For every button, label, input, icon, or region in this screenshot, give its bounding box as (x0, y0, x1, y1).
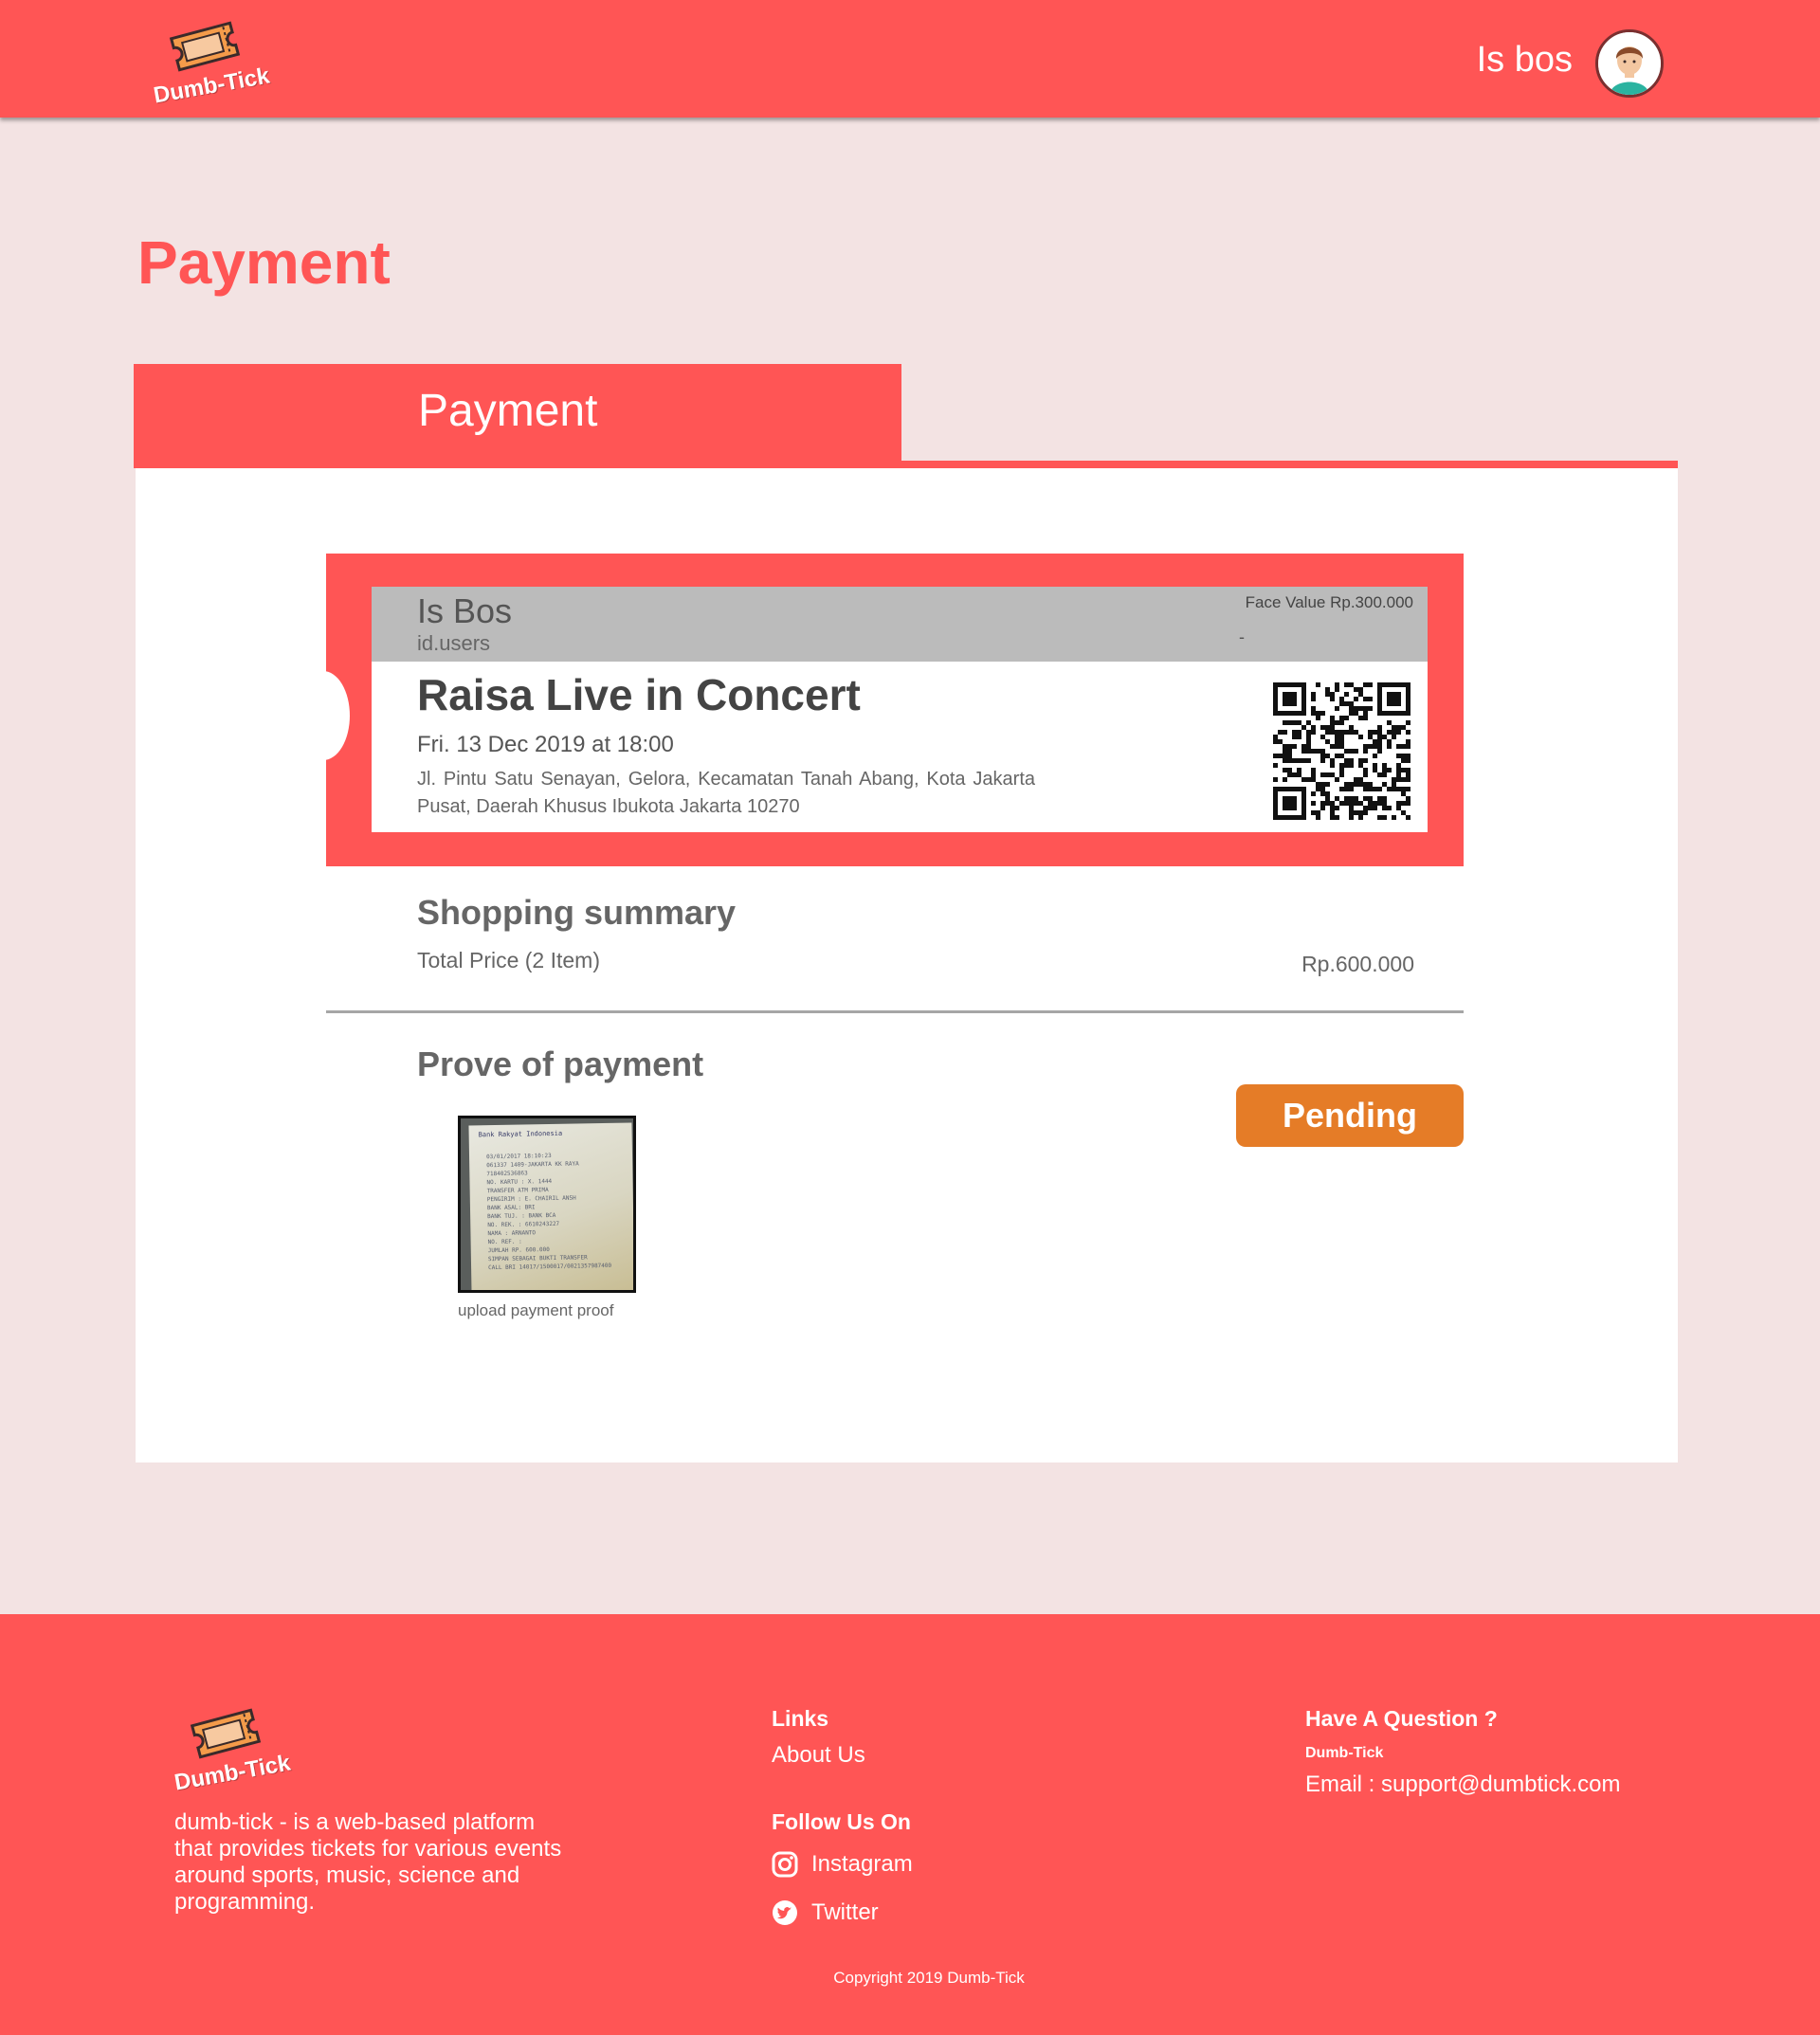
ticket-holder-id: id.users (417, 631, 491, 655)
ticket-icon (169, 21, 241, 72)
question-brand: Dumb-Tick (1305, 1745, 1384, 1761)
shopping-summary-title: Shopping summary (417, 893, 737, 932)
receipt-line: CALL BRI 14017/1500017/0021357987400 (488, 1262, 612, 1272)
status-pending-button[interactable]: Pending (1236, 1084, 1464, 1147)
user-name: Is bos (1476, 40, 1573, 80)
total-price-value: Rp.600.000 (1301, 952, 1414, 976)
user-avatar-icon[interactable] (1595, 29, 1664, 98)
ticket-icon (190, 1708, 262, 1759)
section-divider (326, 1010, 1464, 1013)
total-price-label: Total Price (2 Item) (417, 948, 600, 972)
receipt-line: Bank Rakyat Indonesia (478, 1129, 563, 1139)
links-heading: Links (772, 1706, 829, 1731)
ticket-notch (297, 671, 350, 760)
upload-proof-caption[interactable]: upload payment proof (458, 1301, 613, 1320)
tab-underline (901, 461, 1678, 468)
twitter-link[interactable]: Twitter (811, 1899, 879, 1926)
qr-code-icon (1273, 682, 1410, 820)
ticket-holder-name: Is Bos (417, 591, 513, 630)
question-heading: Have A Question ? (1305, 1706, 1498, 1731)
receipt-photo: Bank Rakyat Indonesia 03/01/2017 18:10:23… (468, 1122, 633, 1290)
instagram-icon[interactable] (772, 1851, 798, 1878)
copyright-text: Copyright 2019 Dumb-Tick (833, 1969, 1025, 1987)
proof-of-payment-title: Prove of payment (417, 1045, 704, 1083)
page-title: Payment (137, 228, 391, 297)
twitter-icon[interactable] (772, 1899, 798, 1926)
tab-payment[interactable]: Payment (134, 364, 901, 468)
about-us-link[interactable]: About Us (772, 1742, 865, 1769)
tab-label: Payment (418, 386, 598, 436)
event-date: Fri. 13 Dec 2019 at 18:00 (417, 732, 674, 757)
follow-us-heading: Follow Us On (772, 1809, 911, 1834)
event-title: Raisa Live in Concert (417, 670, 861, 719)
event-address: Jl. Pintu Satu Senayan, Gelora, Kecamata… (417, 769, 1035, 817)
top-navbar: Dumb-Tick Is bos (0, 0, 1820, 118)
ticket-face-value: Face Value Rp.300.000 (1245, 593, 1413, 611)
instagram-link[interactable]: Instagram (811, 1851, 913, 1878)
footer: Dumb-Tick dumb-tick - is a web-based pla… (0, 1614, 1820, 2035)
payment-proof-image[interactable]: Bank Rakyat Indonesia 03/01/2017 18:10:23… (458, 1116, 636, 1293)
footer-description: dumb-tick - is a web-based platform that… (174, 1809, 562, 1915)
footer-brand-logo[interactable]: Dumb-Tick (173, 1704, 305, 1799)
support-email-link[interactable]: Email : support@dumbtick.com (1305, 1772, 1620, 1798)
ticket-face-value-sub: - (1239, 627, 1245, 646)
brand-logo[interactable]: Dumb-Tick (152, 17, 284, 112)
